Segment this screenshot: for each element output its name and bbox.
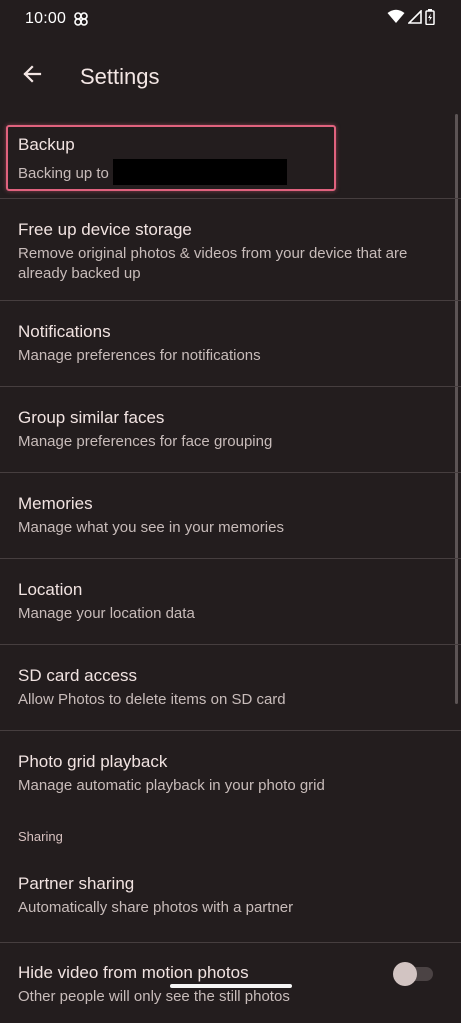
section-header-sharing: Sharing	[18, 829, 63, 844]
setting-title: Hide video from motion photos	[18, 963, 249, 982]
cell-signal-icon	[407, 8, 422, 29]
setting-title: Location	[18, 580, 83, 599]
setting-sd-card-access[interactable]: SD card access Allow Photos to delete it…	[0, 645, 461, 731]
hide-video-toggle[interactable]	[393, 962, 433, 986]
page-title: Settings	[80, 64, 160, 89]
setting-location[interactable]: Location Manage your location data	[0, 559, 461, 645]
setting-title: Partner sharing	[18, 874, 135, 893]
setting-title: Group similar faces	[18, 408, 165, 427]
setting-subtitle: Manage automatic playback in your photo …	[18, 777, 325, 794]
battery-icon	[425, 8, 435, 30]
highlight-box	[6, 125, 336, 191]
setting-backup[interactable]: Backup Backing up to	[0, 120, 461, 199]
setting-title: Notifications	[18, 322, 111, 341]
wifi-icon	[387, 9, 405, 29]
gesture-navigation-bar[interactable]	[170, 984, 292, 988]
settings-list: Backup Backing up to Free up device stor…	[0, 120, 461, 1023]
app-bar: Settings	[0, 40, 461, 114]
status-icons	[387, 8, 435, 30]
setting-title: SD card access	[18, 666, 138, 685]
back-button[interactable]	[12, 56, 52, 96]
back-arrow-icon	[22, 64, 42, 89]
setting-title: Photo grid playback	[18, 752, 168, 771]
pinwheel-icon	[73, 11, 89, 27]
setting-subtitle: Manage your location data	[18, 605, 195, 622]
setting-group-similar-faces[interactable]: Group similar faces Manage preferences f…	[0, 387, 461, 473]
setting-partner-sharing[interactable]: Partner sharing Automatically share phot…	[0, 861, 461, 943]
setting-title: Free up device storage	[18, 220, 192, 239]
toggle-knob	[393, 962, 417, 986]
status-time: 10:00	[25, 10, 67, 27]
setting-hide-video-motion[interactable]: Hide video from motion photos Other peop…	[0, 943, 461, 1023]
setting-subtitle: Manage what you see in your memories	[18, 519, 284, 536]
setting-notifications[interactable]: Notifications Manage preferences for not…	[0, 301, 461, 387]
setting-subtitle: Manage preferences for notifications	[18, 347, 261, 364]
setting-subtitle: Allow Photos to delete items on SD card	[18, 691, 286, 708]
setting-subtitle: Manage preferences for face grouping	[18, 433, 273, 450]
setting-free-up-storage[interactable]: Free up device storage Remove original p…	[0, 199, 461, 301]
status-bar: 10:00	[0, 0, 461, 40]
setting-photo-grid-playback[interactable]: Photo grid playback Manage automatic pla…	[0, 731, 461, 809]
setting-title: Memories	[18, 494, 93, 513]
setting-subtitle: Automatically share photos with a partne…	[18, 899, 294, 916]
setting-subtitle: Remove original photos & videos from you…	[18, 245, 408, 282]
setting-memories[interactable]: Memories Manage what you see in your mem…	[0, 473, 461, 559]
setting-subtitle: Other people will only see the still pho…	[18, 988, 290, 1005]
